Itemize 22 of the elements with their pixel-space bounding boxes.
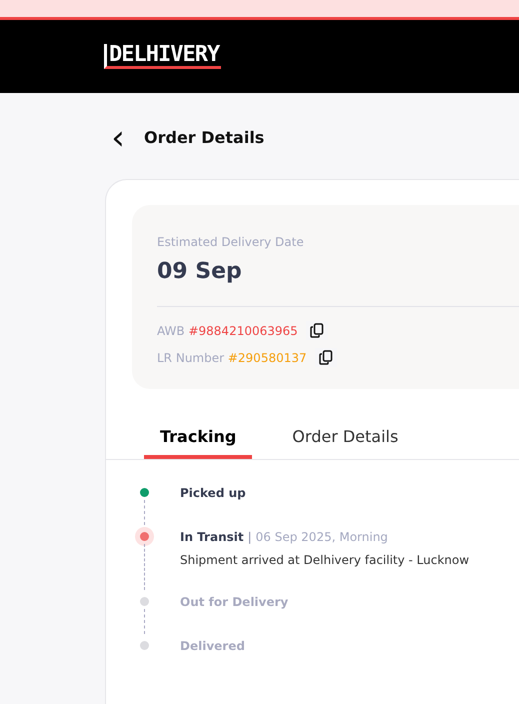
status-dot — [140, 597, 148, 606]
separator: | — [248, 530, 252, 544]
id-text: AWB #9884210063965 — [157, 322, 298, 340]
eta-label: Estimated Delivery Date — [157, 234, 305, 251]
eta-value: 09 Sep — [157, 258, 243, 286]
tab[interactable]: Tracking — [144, 417, 252, 459]
back-button[interactable]: ‹ — [108, 121, 128, 155]
step-title: Out for Delivery — [180, 595, 288, 609]
step-title: In Transit — [180, 530, 244, 544]
status-dot — [140, 640, 148, 650]
step-title: Picked up — [180, 486, 246, 500]
status-dot — [140, 488, 148, 497]
tab[interactable]: Order Details — [276, 417, 414, 459]
page-title: Order Details — [144, 127, 264, 149]
step-title: Delivered — [180, 638, 245, 652]
step-detail: Shipment arrived at Delhivery facility - Lucknow — [180, 552, 470, 569]
id-text: LR Number #290580137 — [157, 350, 307, 366]
status-dot — [140, 532, 148, 540]
logo[interactable]: DELHIVERY — [104, 44, 222, 69]
copy-icon — [310, 323, 324, 338]
step-time: 06 Sep 2025, Morning — [256, 530, 388, 544]
copy-icon — [318, 350, 333, 365]
